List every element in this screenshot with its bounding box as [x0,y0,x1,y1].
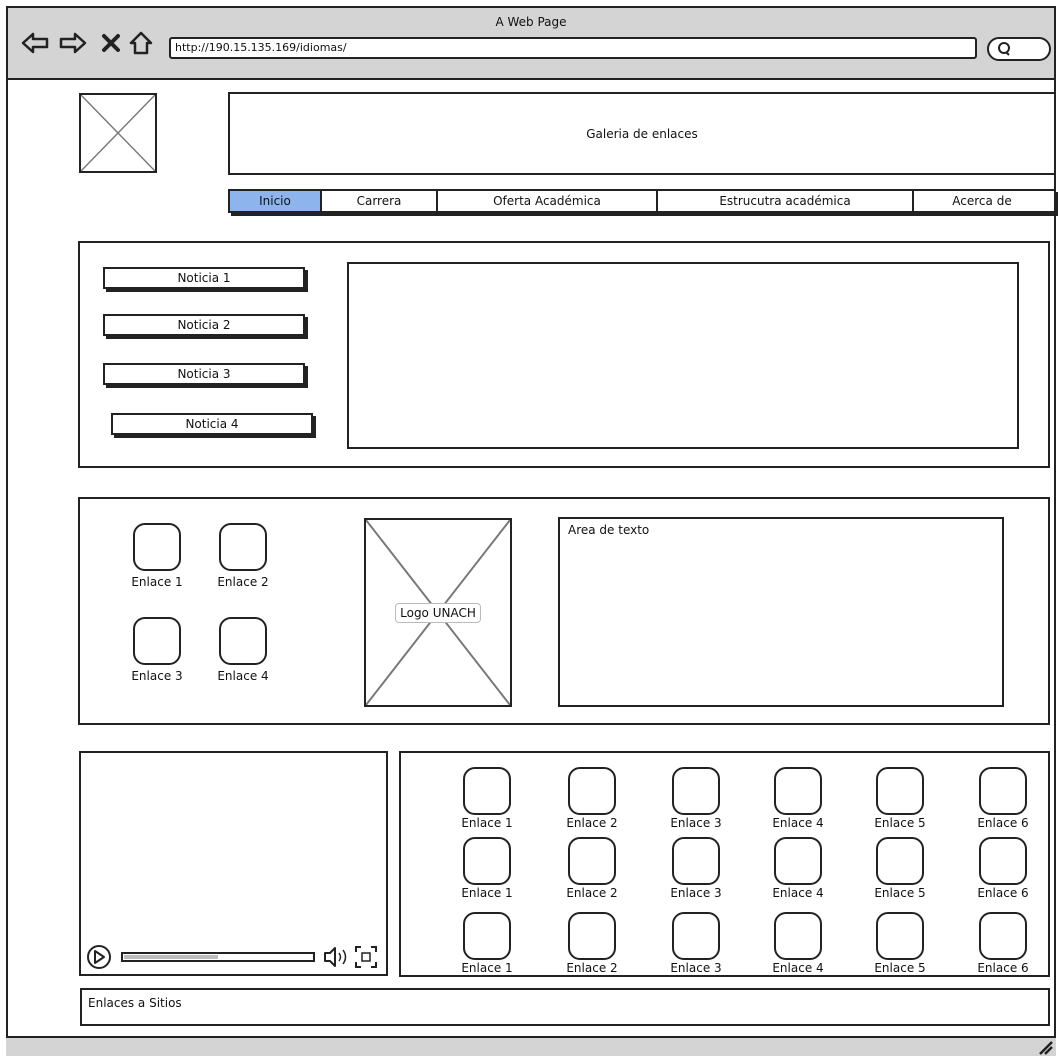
link-icon [774,767,822,815]
grid-link-item[interactable]: Enlace 4 [753,912,843,975]
link-icon [672,767,720,815]
text-area-label: Area de texto [568,523,650,537]
news-content-panel [347,262,1019,449]
grid-link-item[interactable]: Enlace 4 [753,837,843,900]
footer-label: Enlaces a Sitios [88,996,182,1010]
link-label: Enlace 6 [977,816,1029,830]
link-icon [774,837,822,885]
link-label: Enlace 6 [977,961,1029,975]
main-nav: Inicio Carrera Oferta Académica Estrucut… [228,189,1056,213]
tab-carrera[interactable]: Carrera [322,191,438,211]
link-icon [774,912,822,960]
link-icon [876,837,924,885]
link-label: Enlace 1 [461,816,513,830]
tab-inicio[interactable]: Inicio [230,191,322,211]
play-icon[interactable] [87,945,111,969]
links-grid: Enlace 1 Enlace 2 Enlace 3 Enlace 4 Enlace 5… [399,751,1050,977]
news-button-2[interactable]: Noticia 2 [103,314,305,336]
link-icon [133,617,181,665]
link-label: Enlace 4 [772,816,824,830]
link-label: Enlace 4 [772,886,824,900]
grid-link-item[interactable]: Enlace 6 [958,837,1048,900]
site-links-footer: Enlaces a Sitios [80,988,1050,1026]
link-icon [672,912,720,960]
grid-link-item[interactable]: Enlace 2 [547,767,637,830]
header-banner: Galeria de enlaces [228,92,1056,175]
grid-link-item[interactable]: Enlace 4 [753,767,843,830]
link-label: Enlace 1 [461,961,513,975]
link-icon [463,837,511,885]
link-icon [463,767,511,815]
link-label: Enlace 5 [874,886,926,900]
tab-oferta-academica[interactable]: Oferta Académica [438,191,658,211]
link-item[interactable]: Enlace 2 [208,523,278,589]
link-icon [133,523,181,571]
news-button-4[interactable]: Noticia 4 [111,413,313,435]
link-label: Enlace 5 [874,961,926,975]
grid-link-item[interactable]: Enlace 6 [958,912,1048,975]
banner-title: Galeria de enlaces [586,126,698,141]
link-icon [979,767,1027,815]
link-icon [463,912,511,960]
link-icon [219,617,267,665]
tab-estructura-academica[interactable]: Estrucutra académica [658,191,914,211]
resize-grip-icon[interactable] [1034,1036,1054,1056]
link-icon [672,837,720,885]
link-label: Enlace 3 [670,886,722,900]
link-label: Enlace 3 [131,669,183,683]
link-icon [979,837,1027,885]
link-label: Enlace 3 [670,961,722,975]
link-icon [568,912,616,960]
text-area[interactable]: Area de texto [558,517,1004,707]
link-label: Enlace 1 [461,886,513,900]
status-bar [6,1036,1056,1056]
link-item[interactable]: Enlace 1 [122,523,192,589]
link-icon [568,837,616,885]
grid-link-item[interactable]: Enlace 1 [442,767,532,830]
grid-link-item[interactable]: Enlace 1 [442,912,532,975]
grid-link-item[interactable]: Enlace 2 [547,837,637,900]
link-icon [876,767,924,815]
link-label: Enlace 1 [131,575,183,589]
grid-link-item[interactable]: Enlace 5 [855,912,945,975]
grid-link-item[interactable]: Enlace 1 [442,837,532,900]
link-icon [219,523,267,571]
progress-bar[interactable] [121,952,315,962]
grid-link-item[interactable]: Enlace 3 [651,767,741,830]
link-label: Enlace 6 [977,886,1029,900]
link-icon [876,912,924,960]
link-label: Enlace 2 [566,816,618,830]
link-icon [979,912,1027,960]
logo-image-placeholder [79,93,157,173]
news-button-1[interactable]: Noticia 1 [103,267,305,289]
video-controls [82,942,386,972]
link-label: Enlace 3 [670,816,722,830]
grid-link-item[interactable]: Enlace 2 [547,912,637,975]
link-item[interactable]: Enlace 4 [208,617,278,683]
grid-link-item[interactable]: Enlace 3 [651,837,741,900]
news-button-3[interactable]: Noticia 3 [103,363,305,385]
logo-label: Logo UNACH [395,603,481,623]
grid-link-item[interactable]: Enlace 5 [855,837,945,900]
link-label: Enlace 5 [874,816,926,830]
tab-acerca-de[interactable]: Acerca de [914,191,1050,211]
grid-link-item[interactable]: Enlace 6 [958,767,1048,830]
grid-link-item[interactable]: Enlace 3 [651,912,741,975]
volume-icon[interactable] [324,947,347,967]
fullscreen-icon[interactable] [355,946,377,968]
link-label: Enlace 2 [566,886,618,900]
grid-link-item[interactable]: Enlace 5 [855,767,945,830]
link-label: Enlace 4 [772,961,824,975]
link-icon [568,767,616,815]
link-label: Enlace 2 [566,961,618,975]
link-item[interactable]: Enlace 3 [122,617,192,683]
link-label: Enlace 2 [217,575,269,589]
link-label: Enlace 4 [217,669,269,683]
